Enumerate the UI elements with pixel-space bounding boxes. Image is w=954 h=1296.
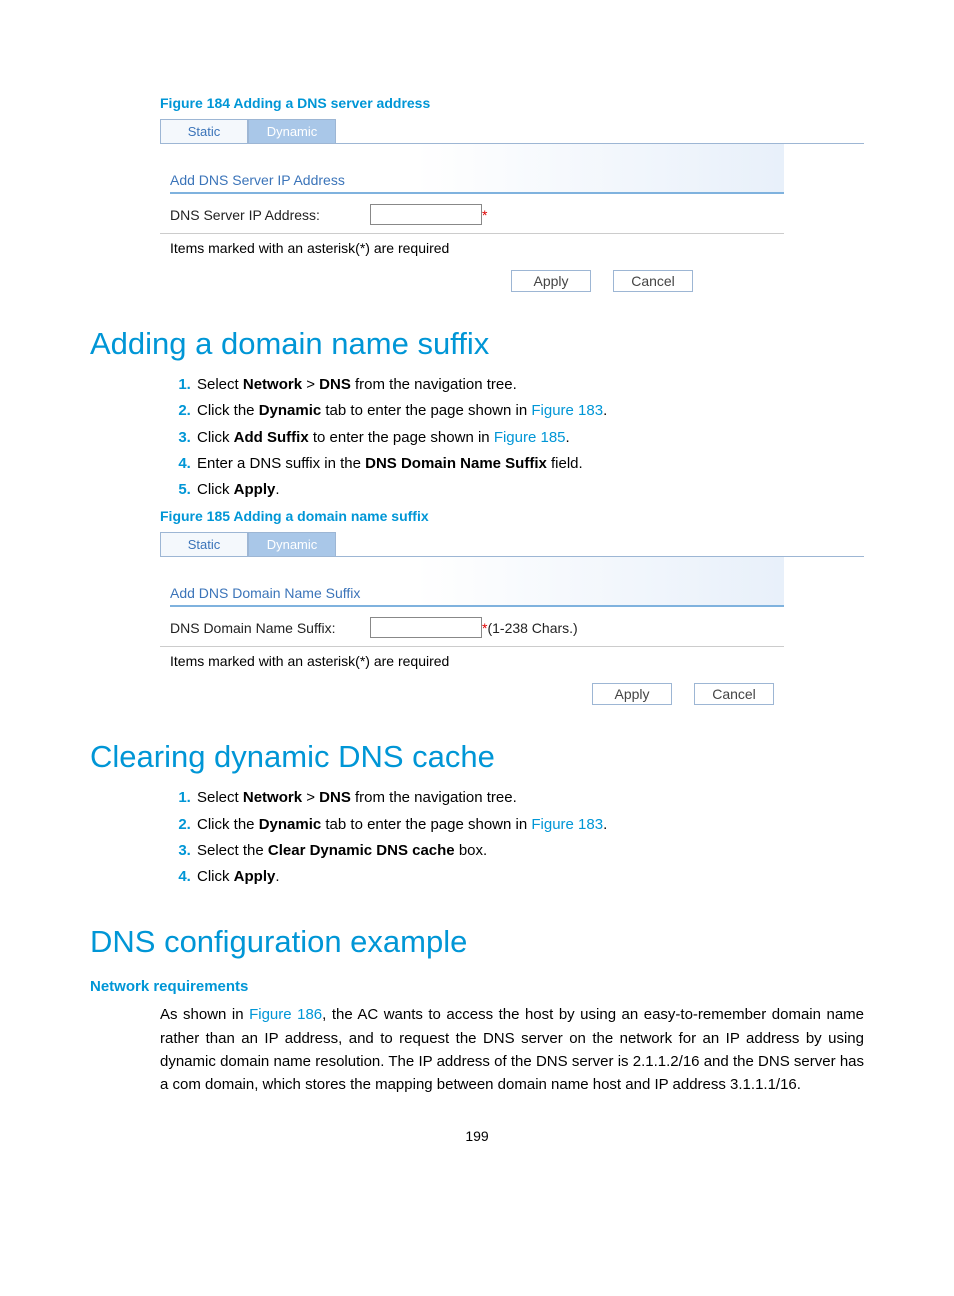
cancel-button[interactable]: Cancel — [613, 270, 693, 292]
list-item: Select the Clear Dynamic DNS cache box. — [195, 838, 864, 864]
info-required: Items marked with an asterisk(*) are req… — [160, 646, 784, 669]
figure-185-caption: Figure 185 Adding a domain name suffix — [160, 508, 864, 524]
figure-184-caption: Figure 184 Adding a DNS server address — [160, 95, 864, 111]
heading-clear-dns-cache: Clearing dynamic DNS cache — [90, 739, 864, 775]
label-dns-suffix: DNS Domain Name Suffix: — [170, 620, 370, 636]
tab-dynamic[interactable]: Dynamic — [248, 532, 336, 556]
list-item: Click Apply. — [195, 477, 864, 503]
tab-static[interactable]: Static — [160, 532, 248, 556]
apply-button[interactable]: Apply — [592, 683, 672, 705]
label-dns-ip: DNS Server IP Address: — [170, 207, 370, 223]
heading-dns-config-example: DNS configuration example — [90, 924, 864, 960]
body-text: As shown in Figure 186, the AC wants to … — [160, 1003, 864, 1096]
list-item: Click Apply. — [195, 864, 864, 890]
link-figure-183[interactable]: Figure 183 — [531, 402, 603, 419]
section-header-dns-ip: Add DNS Server IP Address — [170, 144, 784, 194]
apply-button[interactable]: Apply — [511, 270, 591, 292]
page-number: 199 — [90, 1128, 864, 1144]
cancel-button[interactable]: Cancel — [694, 683, 774, 705]
list-item: Click the Dynamic tab to enter the page … — [195, 398, 864, 424]
tabs: Static Dynamic — [160, 532, 864, 557]
steps-add-domain-suffix: Select Network > DNS from the navigation… — [160, 372, 864, 503]
tab-static[interactable]: Static — [160, 119, 248, 143]
form-row-dns-ip: DNS Server IP Address: * — [160, 194, 864, 225]
list-item: Select Network > DNS from the navigation… — [195, 785, 864, 811]
figure-185-panel: Static Dynamic Add DNS Domain Name Suffi… — [160, 532, 864, 705]
list-item: Select Network > DNS from the navigation… — [195, 372, 864, 398]
link-figure-186[interactable]: Figure 186 — [249, 1006, 322, 1023]
form-row-dns-suffix: DNS Domain Name Suffix: * (1-238 Chars.) — [160, 607, 864, 638]
figure-184-panel: Static Dynamic Add DNS Server IP Address… — [160, 119, 864, 292]
input-dns-suffix[interactable] — [370, 617, 482, 638]
subheading-network-requirements: Network requirements — [90, 978, 864, 995]
section-header-dns-suffix: Add DNS Domain Name Suffix — [170, 557, 784, 607]
list-item: Click Add Suffix to enter the page shown… — [195, 425, 864, 451]
steps-clear-dns-cache: Select Network > DNS from the navigation… — [160, 785, 864, 890]
input-dns-ip[interactable] — [370, 204, 482, 225]
info-required: Items marked with an asterisk(*) are req… — [160, 233, 784, 256]
link-figure-183[interactable]: Figure 183 — [531, 816, 603, 833]
tab-dynamic[interactable]: Dynamic — [248, 119, 336, 143]
list-item: Enter a DNS suffix in the DNS Domain Nam… — [195, 451, 864, 477]
asterisk: * — [482, 207, 487, 223]
heading-add-domain-suffix: Adding a domain name suffix — [90, 326, 864, 362]
list-item: Click the Dynamic tab to enter the page … — [195, 812, 864, 838]
tabs: Static Dynamic — [160, 119, 864, 144]
hint-chars: (1-238 Chars.) — [487, 620, 577, 636]
link-figure-185[interactable]: Figure 185 — [494, 429, 566, 446]
